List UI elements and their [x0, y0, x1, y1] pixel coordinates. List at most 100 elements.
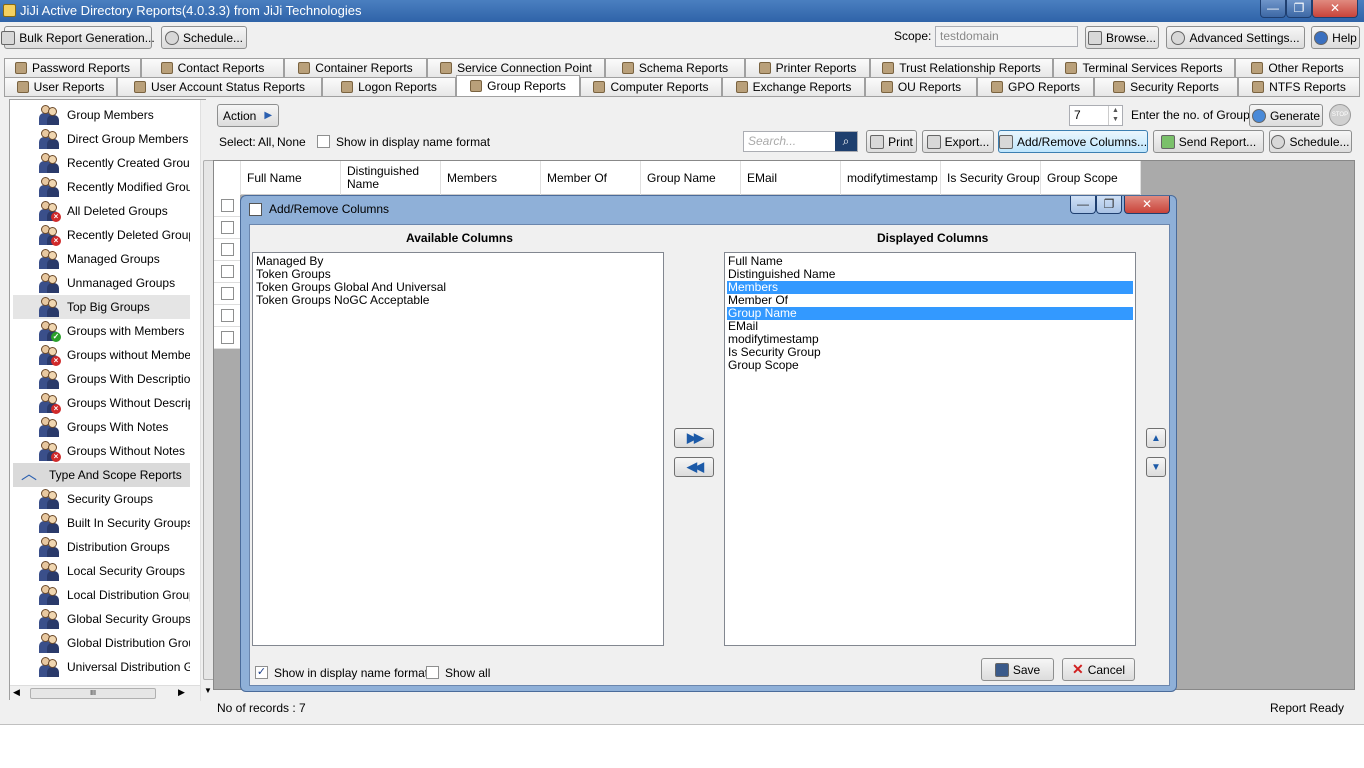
sidebar-item[interactable]: Recently Created Groups [13, 151, 190, 175]
export-button[interactable]: Export... [922, 130, 994, 153]
column-header[interactable]: Distinguished Name [341, 161, 441, 195]
tab-container-reports[interactable]: Container Reports [284, 58, 427, 77]
table-row[interactable] [214, 195, 240, 217]
column-header[interactable]: EMail [741, 161, 841, 195]
table-row[interactable] [214, 217, 240, 239]
dialog-minimize-button[interactable]: — [1070, 196, 1096, 214]
sidebar-item[interactable]: Groups With Description [13, 367, 190, 391]
sidebar-item[interactable]: × All Deleted Groups [13, 199, 190, 223]
tab-other-reports[interactable]: Other Reports [1235, 58, 1360, 77]
sidebar-item[interactable]: × Groups without Members [13, 343, 190, 367]
tab-contact-reports[interactable]: Contact Reports [141, 58, 284, 77]
show-display-name-checkbox[interactable]: ✓ [255, 666, 268, 679]
browse-button[interactable]: Browse... [1085, 26, 1159, 49]
tab-printer-reports[interactable]: Printer Reports [745, 58, 870, 77]
row-checkbox[interactable] [220, 309, 234, 322]
help-button[interactable]: Help [1311, 26, 1360, 49]
scroll-right-icon[interactable]: ▶ [178, 687, 185, 698]
tab-user-reports[interactable]: User Reports [4, 77, 117, 96]
tab-gpo-reports[interactable]: GPO Reports [977, 77, 1094, 96]
row-checkbox[interactable] [220, 287, 234, 300]
sidebar-item[interactable]: Groups With Notes [13, 415, 190, 439]
sidebar-item[interactable]: Managed Groups [13, 247, 190, 271]
count-spinner[interactable]: ▲ ▼ [1108, 106, 1122, 125]
row-checkbox[interactable] [220, 199, 234, 212]
schedule-report-button[interactable]: Schedule... [1269, 130, 1352, 153]
list-item[interactable]: Group Scope [727, 359, 1133, 372]
tab-ou-reports[interactable]: OU Reports [865, 77, 977, 96]
table-row[interactable] [214, 261, 240, 283]
table-row[interactable] [214, 283, 240, 305]
tab-ntfs-reports[interactable]: NTFS Reports [1238, 77, 1360, 96]
list-item[interactable]: Token Groups NoGC Acceptable [255, 294, 661, 307]
select-none-link[interactable]: None [277, 135, 306, 149]
list-item[interactable]: Group Name [727, 307, 1133, 320]
tab-terminal-services-reports[interactable]: Terminal Services Reports [1053, 58, 1235, 77]
sidebar-item[interactable]: Universal Distribution Grou [13, 655, 190, 679]
tab-logon-reports[interactable]: Logon Reports [322, 77, 456, 96]
table-row[interactable] [214, 305, 240, 327]
table-row[interactable] [214, 327, 240, 349]
tab-user-account-status-reports[interactable]: User Account Status Reports [117, 77, 322, 96]
row-checkbox[interactable] [220, 331, 234, 344]
move-up-button[interactable]: ▲ [1146, 428, 1166, 448]
sidebar-item[interactable]: Top Big Groups [13, 295, 190, 319]
advanced-settings-button[interactable]: Advanced Settings... [1166, 26, 1305, 49]
print-button[interactable]: Print [866, 130, 917, 153]
stop-button[interactable]: STOP [1329, 104, 1351, 126]
sidebar-section-header[interactable]: ︿ Type And Scope Reports [13, 463, 190, 487]
sidebar-item[interactable]: Direct Group Members [13, 127, 190, 151]
tab-computer-reports[interactable]: Computer Reports [580, 77, 722, 96]
list-item[interactable]: Distinguished Name [727, 268, 1133, 281]
table-row[interactable] [214, 239, 240, 261]
column-header[interactable]: Member Of [541, 161, 641, 195]
action-button[interactable]: Action ▶ [217, 104, 279, 127]
sidebar-item[interactable]: × Groups Without Descriptio [13, 391, 190, 415]
select-all-link[interactable]: All, [258, 135, 275, 149]
schedule-button[interactable]: Schedule... [161, 26, 247, 49]
dialog-maximize-button[interactable]: ❐ [1096, 196, 1122, 214]
tab-trust-relationship-reports[interactable]: Trust Relationship Reports [870, 58, 1053, 77]
add-remove-columns-button[interactable]: Add/Remove Columns... [998, 130, 1148, 153]
sidebar-item[interactable]: Distribution Groups [13, 535, 190, 559]
row-checkbox[interactable] [220, 243, 234, 256]
sidebar-item[interactable]: ✓ Groups with Members [13, 319, 190, 343]
tab-exchange-reports[interactable]: Exchange Reports [722, 77, 865, 96]
row-checkbox[interactable] [220, 221, 234, 234]
column-header[interactable]: Group Scope [1041, 161, 1141, 195]
displayed-columns-list[interactable]: Full Name Distinguished Name Members Member… [724, 252, 1136, 646]
sidebar-item[interactable]: Local Security Groups [13, 559, 190, 583]
send-report-button[interactable]: Send Report... [1153, 130, 1264, 153]
maximize-button[interactable]: ❐ [1286, 0, 1312, 18]
close-button[interactable]: ✕ [1312, 0, 1358, 18]
column-header[interactable]: modifytimestamp [841, 161, 941, 195]
column-header[interactable]: Members [441, 161, 541, 195]
column-header[interactable]: Is Security Group [941, 161, 1041, 195]
tab-schema-reports[interactable]: Schema Reports [605, 58, 745, 77]
cancel-button[interactable]: ✕ Cancel [1062, 658, 1135, 681]
column-header[interactable]: Full Name [241, 161, 341, 195]
minimize-button[interactable]: — [1260, 0, 1286, 18]
scroll-down-icon[interactable]: ▼ [204, 686, 212, 695]
sidebar-item[interactable]: Global Security Groups [13, 607, 190, 631]
column-header[interactable]: Group Name [641, 161, 741, 195]
search-icon[interactable]: ⌕ [835, 132, 857, 151]
hscroll-thumb[interactable]: III [30, 688, 156, 699]
sidebar-item[interactable]: × Recently Deleted Groups [13, 223, 190, 247]
show-all-checkbox[interactable] [426, 666, 439, 679]
tab-group-reports[interactable]: Group Reports [456, 75, 580, 96]
display-name-checkbox[interactable] [317, 135, 330, 148]
available-columns-list[interactable]: Managed By Token Groups Token Groups Globa… [252, 252, 664, 646]
row-checkbox[interactable] [220, 265, 234, 278]
sidebar-item[interactable]: Local Distribution Groups [13, 583, 190, 607]
save-button[interactable]: Save [981, 658, 1054, 681]
add-column-button[interactable]: ▶▶ [674, 428, 714, 448]
scroll-left-icon[interactable]: ◀ [13, 687, 20, 698]
sidebar-item[interactable]: Group Members [13, 103, 190, 127]
move-down-button[interactable]: ▼ [1146, 457, 1166, 477]
sidebar-item[interactable]: Security Groups [13, 487, 190, 511]
dialog-close-button[interactable]: ✕ [1124, 196, 1170, 214]
sidebar-item[interactable]: Built In Security Groups [13, 511, 190, 535]
sidebar-item[interactable]: × Groups Without Notes [13, 439, 190, 463]
sidebar-item[interactable]: Recently Modified Groups [13, 175, 190, 199]
